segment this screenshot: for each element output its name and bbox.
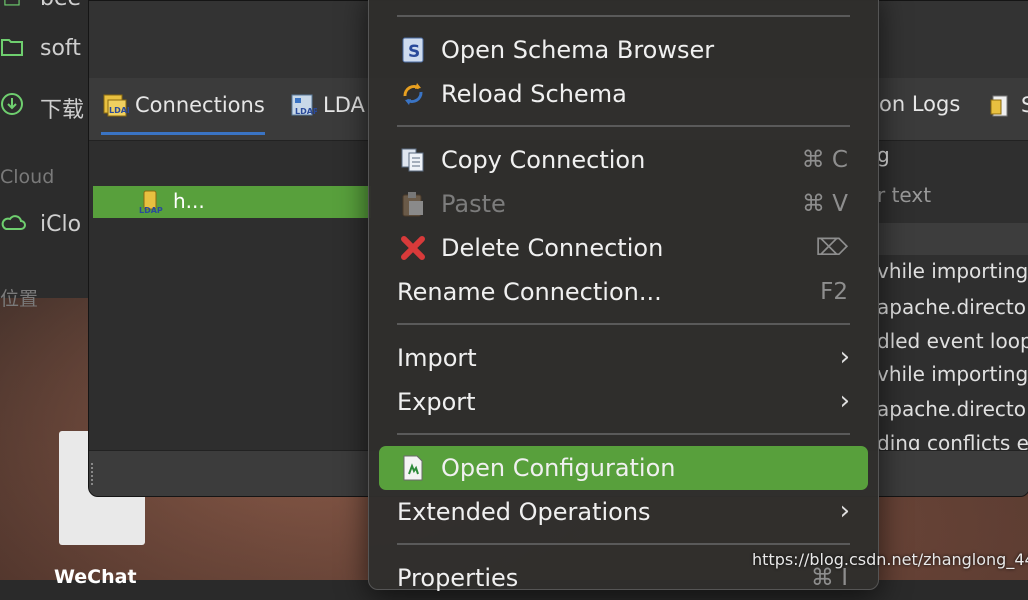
log-line: vhile importing: [877, 259, 1028, 283]
sidebar-section-cloud: Cloud: [0, 166, 55, 188]
menu-item-rename-connection[interactable]: Rename Connection... F2: [379, 270, 868, 314]
search-logs-icon: [987, 92, 1015, 120]
svg-text:LDAP: LDAP: [295, 107, 317, 116]
menu-item-open-configuration[interactable]: Open Configuration: [379, 446, 868, 490]
cloud-icon: [0, 212, 26, 236]
filter-placeholder[interactable]: r text: [877, 183, 931, 207]
shortcut-label: ⌘ C: [801, 147, 848, 173]
paste-icon: [399, 190, 427, 218]
sidebar-item-downloads[interactable]: 下载: [40, 92, 84, 124]
wechat-icon-label: WeChat: [54, 566, 137, 588]
menu-separator: [397, 543, 850, 545]
svg-text:LDAP: LDAP: [139, 206, 163, 215]
shortcut-label: F2: [820, 279, 848, 305]
ldap-browser-icon: LDAP: [289, 92, 319, 120]
logs-panel: g r text vhile importing apache.directo …: [877, 141, 1028, 455]
folder-icon: ▭: [2, 0, 22, 12]
sidebar-item-icloud[interactable]: iClo: [40, 212, 81, 237]
svg-text:S: S: [408, 42, 420, 62]
ldap-connections-icon: LDAP: [101, 92, 133, 120]
connections-panel: LDAP h...: [89, 141, 371, 451]
configuration-icon: [399, 454, 427, 482]
menu-separator: [397, 125, 850, 127]
menu-item-import[interactable]: Import ›: [379, 336, 868, 380]
context-menu: S Open Schema Browser Reload Schema Copy…: [368, 0, 879, 592]
reload-icon: [399, 80, 427, 108]
drag-handle[interactable]: [91, 463, 97, 485]
menu-item-reload-schema[interactable]: Reload Schema: [379, 72, 868, 116]
shortcut-label: ⌦: [815, 235, 848, 261]
log-line: vhile importing: [877, 362, 1028, 386]
copy-icon: [399, 146, 427, 174]
tab-ldap-browser[interactable]: LDAP LDA: [289, 92, 365, 132]
connection-label: h...: [173, 189, 205, 213]
menu-item-paste[interactable]: Paste ⌘ V: [379, 182, 868, 226]
menu-item-extended-operations[interactable]: Extended Operations ›: [379, 490, 868, 534]
shortcut-label: ⌘ V: [801, 191, 848, 217]
folder-icon: [0, 36, 24, 60]
ldap-server-icon: LDAP: [138, 189, 164, 215]
logs-header-band: [877, 223, 1028, 255]
download-icon: [0, 92, 24, 116]
svg-text:LDAP: LDAP: [109, 106, 129, 115]
sidebar-item-soft[interactable]: soft: [40, 36, 81, 61]
menu-item-copy-connection[interactable]: Copy Connection ⌘ C: [379, 138, 868, 182]
tab-modification-logs[interactable]: on Logs: [879, 92, 960, 132]
tab-search-logs-label: S: [1021, 93, 1028, 117]
menu-separator: [397, 323, 850, 325]
menu-item-delete-connection[interactable]: Delete Connection ⌦: [379, 226, 868, 270]
tab-ldap-browser-label: LDA: [323, 93, 365, 117]
delete-icon: [399, 234, 427, 262]
schema-browser-icon: S: [399, 36, 427, 64]
tab-search-logs[interactable]: S: [987, 92, 1028, 132]
menu-item-export[interactable]: Export ›: [379, 380, 868, 424]
connection-row[interactable]: LDAP h...: [93, 186, 371, 218]
tab-logs-label: on Logs: [879, 92, 961, 116]
watermark-url: https://blog.csdn.net/zhanglong_4444: [752, 550, 1028, 569]
chevron-right-icon: ›: [839, 386, 850, 416]
log-line: apache.directo: [877, 295, 1026, 319]
tab-connections-label: Connections: [135, 93, 265, 117]
log-line: apache.directo: [877, 397, 1026, 421]
sidebar-section-locations: 位置: [0, 288, 39, 310]
finder-item-partial[interactable]: bee: [40, 0, 81, 11]
menu-item-open-schema-browser[interactable]: S Open Schema Browser: [379, 28, 868, 72]
menu-separator: [397, 15, 850, 17]
chevron-right-icon: ›: [839, 342, 850, 372]
chevron-right-icon: ›: [839, 496, 850, 526]
tab-connections[interactable]: LDAP Connections: [101, 92, 265, 135]
menu-separator: [397, 433, 850, 435]
log-line: dled event loop: [877, 329, 1028, 353]
